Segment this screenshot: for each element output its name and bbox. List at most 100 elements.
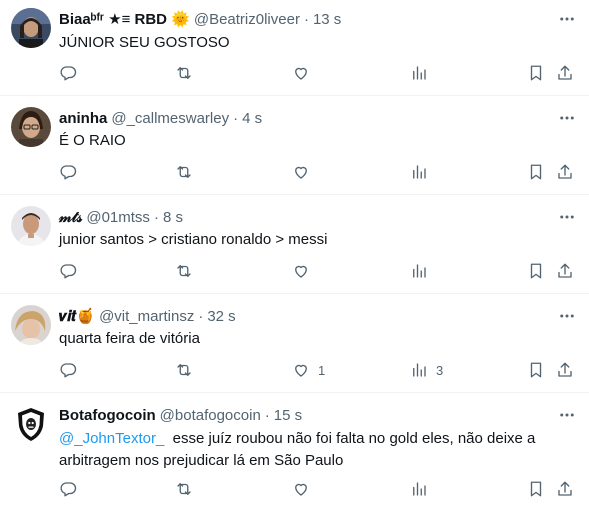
share-icon	[558, 481, 572, 496]
timestamp[interactable]: 8 s	[163, 209, 183, 226]
author-name[interactable]: Biaaᵇᶠʳ ★≡ RBD 🌞	[59, 10, 190, 28]
more-icon[interactable]	[557, 108, 577, 128]
tweet[interactable]: Biaaᵇᶠʳ ★≡ RBD 🌞 @Beatriz0liveer · 13 s …	[0, 0, 589, 96]
bookmark-button[interactable]	[527, 260, 545, 282]
more-icon[interactable]	[557, 207, 577, 227]
timestamp[interactable]: 32 s	[207, 308, 235, 325]
tweet-text: @_JohnTextor_ esse juíz roubou não foi f…	[59, 428, 559, 472]
bookmark-icon	[530, 65, 542, 81]
tweet[interactable]: Botafogocoin @botafogocoin · 15 s @_John…	[0, 393, 589, 507]
like-count: 1	[318, 362, 326, 378]
author-handle[interactable]: @Beatriz0liveer	[194, 11, 300, 28]
reply-button[interactable]	[59, 161, 77, 183]
share-button[interactable]	[556, 359, 574, 381]
reply-button[interactable]	[59, 478, 77, 500]
reply-icon	[60, 66, 77, 81]
tweet[interactable]: 𝒗𝒊𝒕🍯 @vit_martinsz · 32 s quarta feira d…	[0, 294, 589, 393]
tweet[interactable]: 𝓂𝓉𝓈 @01mtss · 8 s junior santos > cristi…	[0, 195, 589, 294]
reply-icon	[60, 482, 77, 497]
reply-button[interactable]	[59, 62, 77, 84]
like-button[interactable]	[292, 161, 318, 183]
views-count: 3	[436, 362, 444, 378]
share-button[interactable]	[556, 161, 574, 183]
retweet-icon	[177, 166, 191, 178]
avatar[interactable]	[11, 8, 51, 48]
separator-dot: ·	[233, 109, 239, 127]
bookmark-icon	[530, 263, 542, 279]
reply-icon	[60, 264, 77, 279]
retweet-button[interactable]	[175, 260, 193, 282]
tweet-actions: 1 3	[0, 359, 589, 381]
share-icon	[558, 164, 572, 179]
retweet-icon	[177, 265, 191, 277]
retweet-icon	[177, 483, 191, 495]
author-name[interactable]: 𝒗𝒊𝒕🍯	[59, 307, 95, 325]
retweet-button[interactable]	[175, 359, 193, 381]
timeline: Biaaᵇᶠʳ ★≡ RBD 🌞 @Beatriz0liveer · 13 s …	[0, 0, 589, 507]
like-button[interactable]	[292, 478, 318, 500]
tweet-actions	[0, 478, 589, 500]
like-button[interactable]	[292, 62, 318, 84]
tweet-actions	[0, 161, 589, 183]
tweet-text: junior santos > cristiano ronaldo > mess…	[59, 231, 328, 248]
share-button[interactable]	[556, 260, 574, 282]
like-button[interactable]	[292, 260, 318, 282]
author-name[interactable]: 𝓂𝓉𝓈	[59, 209, 82, 226]
tweet-text: JÚNIOR SEU GOSTOSO	[59, 34, 230, 51]
avatar[interactable]	[11, 206, 51, 246]
author-handle[interactable]: @botafogocoin	[160, 407, 261, 424]
views-button[interactable]: 3	[410, 359, 443, 381]
avatar[interactable]	[11, 404, 51, 444]
bookmark-button[interactable]	[527, 161, 545, 183]
more-icon[interactable]	[557, 306, 577, 326]
separator-dot: ·	[153, 208, 159, 226]
tweet-actions	[0, 260, 589, 282]
bookmark-icon	[530, 481, 542, 497]
retweet-icon	[177, 67, 191, 79]
views-button[interactable]	[410, 62, 436, 84]
views-icon	[413, 264, 426, 278]
separator-dot: ·	[264, 406, 270, 424]
share-icon	[558, 65, 572, 80]
bookmark-button[interactable]	[527, 62, 545, 84]
views-button[interactable]	[410, 260, 436, 282]
reply-button[interactable]	[59, 260, 77, 282]
avatar[interactable]	[11, 305, 51, 345]
retweet-button[interactable]	[175, 161, 193, 183]
retweet-button[interactable]	[175, 478, 193, 500]
author-handle[interactable]: @01mtss	[86, 209, 150, 226]
author-name[interactable]: Botafogocoin	[59, 407, 156, 424]
like-button[interactable]: 1	[292, 359, 325, 381]
avatar[interactable]	[11, 107, 51, 147]
tweet-text: quarta feira de vitória	[59, 330, 200, 347]
more-icon[interactable]	[557, 9, 577, 29]
retweet-button[interactable]	[175, 62, 193, 84]
more-icon[interactable]	[557, 405, 577, 425]
tweet-text: É O RAIO	[59, 132, 126, 149]
share-icon	[558, 362, 572, 377]
views-icon	[413, 363, 426, 377]
share-button[interactable]	[556, 478, 574, 500]
like-icon	[295, 364, 307, 377]
author-name[interactable]: aninha	[59, 110, 107, 127]
timestamp[interactable]: 4 s	[242, 110, 262, 127]
mention-link[interactable]: @_JohnTextor_	[59, 430, 164, 447]
tweet[interactable]: aninha @_callmeswarley · 4 s É O RAIO	[0, 96, 589, 195]
share-button[interactable]	[556, 62, 574, 84]
views-button[interactable]	[410, 478, 436, 500]
author-handle[interactable]: @vit_martinsz	[99, 308, 194, 325]
bookmark-icon	[530, 164, 542, 180]
like-icon	[295, 483, 307, 496]
like-icon	[295, 166, 307, 179]
reply-button[interactable]	[59, 359, 77, 381]
separator-dot: ·	[198, 307, 204, 325]
views-icon	[413, 165, 426, 179]
bookmark-button[interactable]	[527, 478, 545, 500]
reply-icon	[60, 363, 77, 378]
timestamp[interactable]: 15 s	[274, 407, 302, 424]
timestamp[interactable]: 13 s	[313, 11, 341, 28]
author-handle[interactable]: @_callmeswarley	[111, 110, 229, 127]
reply-icon	[60, 165, 77, 180]
views-button[interactable]	[410, 161, 436, 183]
bookmark-button[interactable]	[527, 359, 545, 381]
